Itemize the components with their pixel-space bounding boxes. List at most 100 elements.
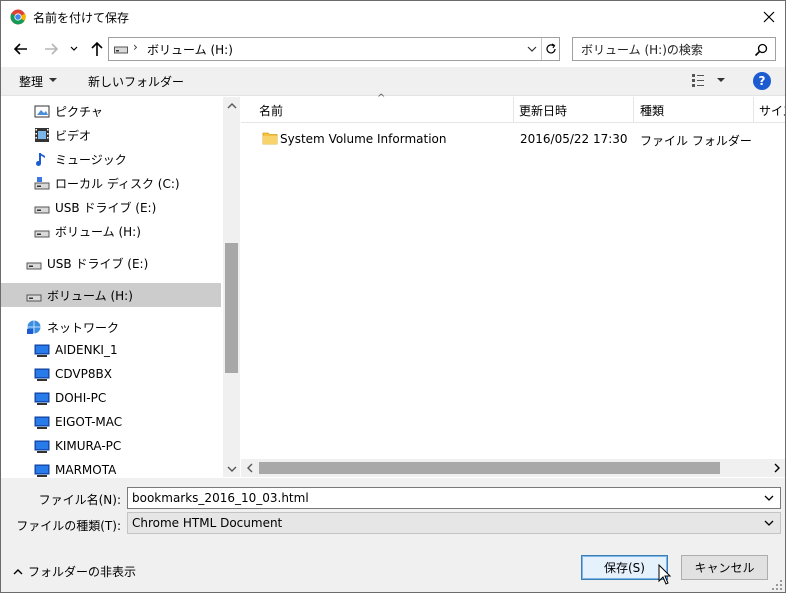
sort-ascending-icon: ^	[377, 93, 386, 104]
scrollbar-thumb[interactable]	[225, 243, 238, 373]
navigation-pane: ピクチャビデオミュージックローカル ディスク (C:) USB ドライブ (E:)…	[1, 97, 223, 477]
usb-drive-icon	[26, 262, 42, 270]
sidebar-item-label: EIGOT-MAC	[55, 415, 123, 429]
computer-icon	[34, 416, 50, 429]
chevron-down-icon	[527, 46, 537, 52]
hide-folders-label: フォルダーの非表示	[28, 565, 137, 579]
folder-icon	[262, 132, 278, 145]
drive-icon	[26, 294, 42, 302]
refresh-button[interactable]	[541, 38, 559, 60]
cancel-button[interactable]: キャンセル	[681, 555, 768, 580]
column-divider[interactable]	[633, 97, 634, 123]
column-modified[interactable]: 更新日時	[519, 102, 567, 119]
sidebar-item-label: AIDENKI_1	[55, 343, 118, 357]
up-arrow-icon[interactable]	[86, 38, 108, 60]
recent-locations-chevron-icon[interactable]	[67, 41, 81, 57]
sidebar-item[interactable]: ボリューム (H:)	[1, 283, 221, 307]
videos-icon	[35, 128, 49, 142]
sidebar-item-label: CDVP8BX	[55, 367, 112, 381]
back-arrow-icon[interactable]	[10, 38, 32, 60]
chevron-down-icon[interactable]	[762, 515, 776, 531]
title-bar: 名前を付けて保存	[1, 1, 785, 33]
scroll-down-button[interactable]	[223, 460, 240, 477]
sidebar-item[interactable]: DOHI-PC	[1, 387, 221, 411]
sidebar-item[interactable]: ボリューム (H:)	[1, 219, 221, 243]
local-disk-icon	[34, 177, 50, 190]
breadcrumb-current[interactable]: ボリューム (H:)	[147, 41, 233, 58]
sidebar-item-label: ネットワーク	[47, 321, 120, 335]
close-button[interactable]	[753, 1, 785, 33]
scroll-right-button[interactable]	[768, 459, 785, 477]
search-icon[interactable]	[753, 42, 769, 58]
address-bar[interactable]: › ボリューム (H:)	[108, 37, 560, 61]
sidebar-item[interactable]: ビデオ	[1, 123, 221, 147]
chrome-icon	[10, 9, 26, 25]
sidebar-item-label: ボリューム (H:)	[47, 289, 133, 303]
hide-folders-toggle[interactable]: フォルダーの非表示	[13, 563, 136, 580]
column-type[interactable]: 種類	[640, 102, 664, 119]
item-type: ファイル フォルダー	[640, 134, 752, 148]
sidebar-item[interactable]: MARMOTA	[1, 459, 221, 477]
command-toolbar: 整理 新しいフォルダー ?	[1, 67, 785, 96]
column-divider[interactable]	[513, 97, 514, 123]
sidebar-item[interactable]: ネットワーク	[1, 315, 221, 339]
chevron-down-icon[interactable]	[762, 490, 776, 506]
sidebar-item[interactable]: ミュージック	[1, 147, 221, 171]
network-icon	[27, 320, 41, 334]
forward-arrow-icon[interactable]	[40, 38, 62, 60]
organize-button[interactable]: 整理	[19, 73, 43, 90]
sidebar-item[interactable]: ピクチャ	[1, 99, 221, 123]
chevron-left-icon	[246, 463, 252, 473]
chevron-down-icon[interactable]	[716, 73, 726, 87]
sidebar-item[interactable]: CDVP8BX	[1, 363, 221, 387]
filename-input[interactable]: bookmarks_2016_10_03.html	[132, 491, 309, 505]
sidebar-item[interactable]: AIDENKI_1	[1, 339, 221, 363]
drive-icon	[114, 46, 128, 54]
sidebar-item-label: ボリューム (H:)	[55, 225, 141, 239]
sidebar-item[interactable]: USB ドライブ (E:)	[1, 195, 221, 219]
sidebar-item[interactable]: ローカル ディスク (C:)	[1, 171, 221, 195]
sidebar-item-label: ローカル ディスク (C:)	[55, 177, 180, 191]
scrollbar-thumb[interactable]	[259, 462, 720, 474]
pictures-icon	[34, 105, 50, 118]
sidebar-item[interactable]: USB ドライブ (E:)	[1, 251, 221, 275]
item-modified: 2016/05/22 17:30	[520, 132, 628, 146]
column-header: ^ 名前 更新日時 種類 サイズ	[241, 93, 785, 123]
address-dropdown-button[interactable]	[523, 38, 541, 60]
file-list-horizontal-scrollbar[interactable]	[241, 459, 785, 477]
chevron-up-icon	[13, 569, 23, 575]
new-folder-button[interactable]: 新しいフォルダー	[88, 73, 184, 90]
column-divider[interactable]	[753, 97, 754, 123]
chevron-down-icon[interactable]	[48, 73, 58, 87]
view-details-icon[interactable]	[691, 72, 711, 88]
sidebar-item[interactable]: KIMURA-PC	[1, 435, 221, 459]
filetype-value: Chrome HTML Document	[132, 516, 283, 530]
window-title: 名前を付けて保存	[33, 11, 130, 25]
chevron-right-icon	[774, 463, 780, 473]
scroll-left-button[interactable]	[241, 459, 258, 477]
resize-grip-icon[interactable]	[771, 579, 783, 591]
filetype-select[interactable]: Chrome HTML Document	[127, 512, 781, 534]
sidebar-item-label: USB ドライブ (E:)	[47, 257, 149, 271]
search-input[interactable]: ボリューム (H:)の検索	[581, 41, 703, 58]
close-icon	[763, 11, 775, 23]
computer-icon	[34, 368, 50, 381]
breadcrumb-chevron-icon[interactable]: ›	[133, 40, 138, 54]
scroll-up-button[interactable]	[223, 97, 240, 114]
column-name[interactable]: 名前	[259, 102, 283, 119]
save-button[interactable]: 保存(S)	[581, 555, 668, 580]
computer-icon	[34, 464, 50, 477]
sidebar-item-label: MARMOTA	[55, 463, 117, 477]
filename-label: ファイル名(N):	[38, 493, 121, 507]
list-item[interactable]: System Volume Information 2016/05/22 17:…	[241, 127, 785, 151]
column-size[interactable]: サイズ	[759, 102, 785, 119]
help-button[interactable]: ?	[753, 72, 771, 90]
sidebar-item[interactable]: EIGOT-MAC	[1, 411, 221, 435]
item-name: System Volume Information	[280, 132, 447, 146]
search-box[interactable]: ボリューム (H:)の検索	[572, 37, 776, 61]
navigation-pane-scrollbar[interactable]	[223, 97, 240, 477]
filename-field[interactable]: bookmarks_2016_10_03.html	[127, 487, 781, 509]
sidebar-item-label: ビデオ	[55, 129, 92, 143]
file-list: ^ 名前 更新日時 種類 サイズ System Volume Informati…	[241, 93, 785, 459]
computer-icon	[34, 440, 50, 453]
